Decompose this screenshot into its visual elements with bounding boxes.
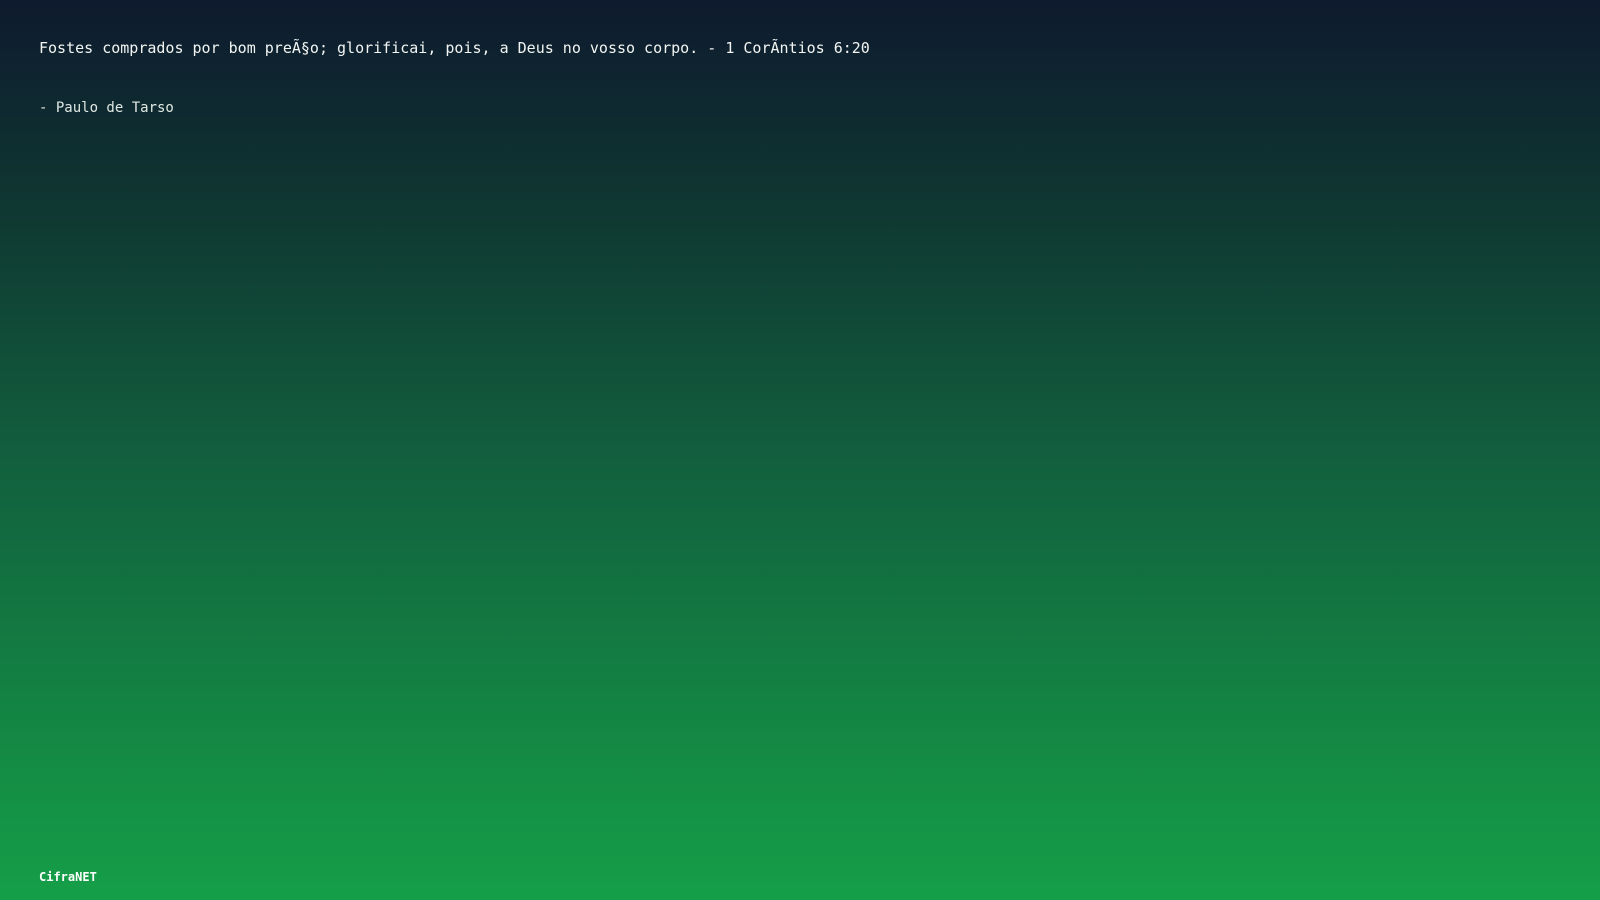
brand-logo-text: CifraNET	[39, 870, 97, 884]
quote-author: - Paulo de Tarso	[39, 100, 174, 116]
quote-text: Fostes comprados por bom preÃ§o; glorifi…	[39, 39, 870, 57]
quote-screen: Fostes comprados por bom preÃ§o; glorifi…	[0, 0, 1600, 900]
